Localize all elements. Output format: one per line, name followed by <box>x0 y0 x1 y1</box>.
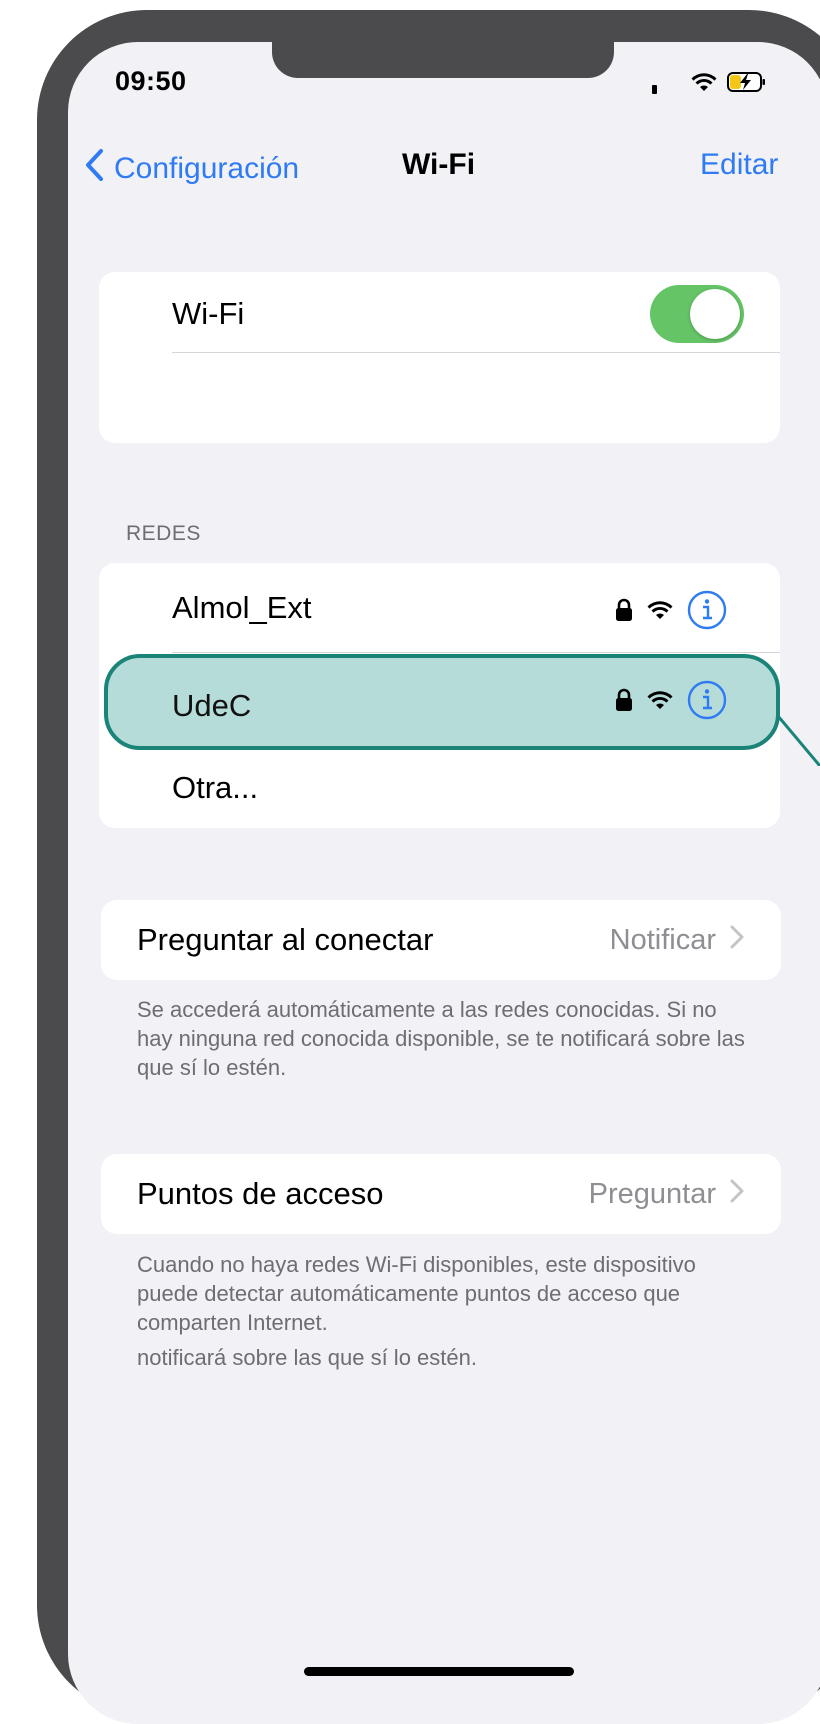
back-label: Configuración <box>114 152 300 185</box>
ask-to-join-value: Notificar <box>610 924 744 957</box>
status-time: 09:50 <box>115 66 187 96</box>
divider <box>172 652 780 653</box>
network-icons-almol-ext <box>615 590 727 635</box>
divider <box>172 352 780 353</box>
ask-to-join-value-text: Notificar <box>609 924 716 956</box>
info-icon[interactable] <box>687 680 727 725</box>
hotspot-footnote: Cuando no haya redes Wi-Fi disponibles, … <box>137 1252 696 1335</box>
battery-charging-icon <box>727 71 767 98</box>
status-icons <box>652 70 767 98</box>
wifi-toggle-label: Wi-Fi <box>172 296 245 331</box>
wifi-status-icon <box>691 72 717 97</box>
chevron-left-icon <box>84 148 104 190</box>
wifi-toggle-switch[interactable] <box>650 285 744 343</box>
back-button[interactable]: Configuración <box>84 148 299 190</box>
callout-line <box>778 716 820 766</box>
ask-to-join-label: Preguntar al conectar <box>137 922 434 957</box>
info-icon[interactable] <box>687 590 727 635</box>
hotspot-footnote-extra: notificará sobre las que sí lo estén. <box>137 1345 477 1370</box>
network-icons-udec <box>615 680 727 725</box>
chevron-right-icon <box>730 924 744 957</box>
network-name-almol-ext[interactable]: Almol_Ext <box>172 590 312 626</box>
notch <box>272 38 614 78</box>
chevron-right-icon <box>730 1178 744 1211</box>
home-indicator <box>304 1667 574 1676</box>
network-name-udec[interactable]: UdeC <box>172 688 251 724</box>
page-title: Wi-Fi <box>402 148 476 181</box>
hotspot-label: Puntos de acceso <box>137 1176 384 1211</box>
hotspot-value: Preguntar <box>589 1178 744 1211</box>
lock-icon <box>615 598 633 627</box>
ask-to-join-footnote: Se accederá automáticamente a las redes … <box>137 997 745 1080</box>
lock-icon <box>615 688 633 717</box>
toggle-knob <box>690 289 740 339</box>
wifi-signal-icon <box>647 600 673 625</box>
hotspot-value-text: Preguntar <box>588 1178 716 1210</box>
networks-section-title: REDES <box>126 522 201 545</box>
wifi-signal-icon <box>647 690 673 715</box>
other-network-item[interactable]: Otra... <box>172 770 258 806</box>
edit-button[interactable]: Editar <box>700 148 778 182</box>
signal-icon <box>652 84 657 94</box>
